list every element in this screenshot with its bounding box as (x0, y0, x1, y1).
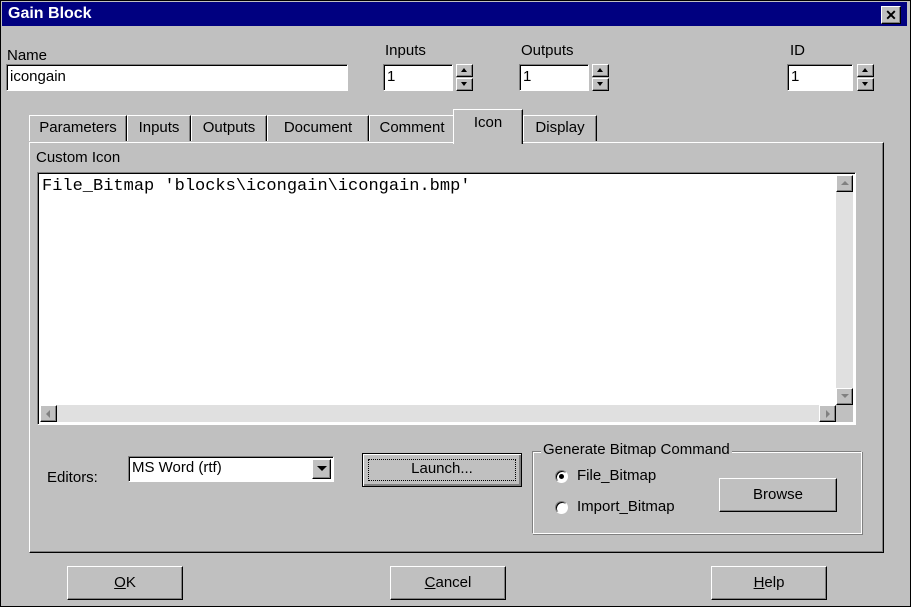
horizontal-scrollbar[interactable] (40, 405, 836, 422)
custom-icon-text[interactable]: File_Bitmap 'blocks\icongain\icongain.bm… (42, 177, 470, 196)
spin-down-icon[interactable] (456, 78, 473, 91)
window-title: Gain Block (8, 5, 92, 22)
help-mnemonic: H (753, 574, 765, 591)
inputs-label: Inputs (385, 42, 426, 59)
inputs-field[interactable]: 1 (383, 64, 453, 91)
id-label: ID (790, 42, 805, 59)
radio-file-bitmap-label[interactable]: File_Bitmap (577, 467, 656, 484)
vertical-scrollbar[interactable] (836, 175, 853, 405)
launch-button[interactable]: Launch... (362, 453, 522, 487)
tab-document[interactable]: Document (267, 115, 369, 141)
cancel-label-rest: ancel (435, 574, 472, 591)
cancel-button[interactable]: Cancel (390, 566, 506, 600)
spin-down-icon[interactable] (592, 78, 609, 91)
name-label: Name (7, 47, 48, 64)
radio-import-bitmap-label[interactable]: Import_Bitmap (577, 498, 675, 515)
tab-outputs[interactable]: Outputs (191, 115, 267, 141)
tab-parameters[interactable]: Parameters (29, 115, 127, 141)
scroll-down-icon[interactable] (836, 388, 853, 405)
inputs-spinner (456, 64, 473, 91)
scroll-up-icon[interactable] (836, 175, 853, 192)
close-icon[interactable]: ✕ (881, 6, 901, 24)
custom-icon-editor[interactable]: File_Bitmap 'blocks\icongain\icongain.bm… (37, 172, 856, 425)
generate-bitmap-group: Generate Bitmap Command File_Bitmap Impo… (532, 441, 862, 534)
scroll-left-icon[interactable] (40, 405, 57, 422)
spin-up-icon[interactable] (857, 64, 874, 77)
ok-button[interactable]: OK (67, 566, 183, 600)
tab-comment[interactable]: Comment (369, 115, 455, 141)
id-spinner (857, 64, 874, 91)
editors-select[interactable]: MS Word (rtf) (128, 456, 334, 482)
radio-selected-icon[interactable] (555, 470, 568, 483)
outputs-field[interactable]: 1 (519, 64, 589, 91)
spin-up-icon[interactable] (592, 64, 609, 77)
gain-block-dialog: Gain Block ✕ Name icongain Inputs 1 Outp… (0, 0, 911, 607)
title-bar[interactable]: Gain Block ✕ (2, 2, 907, 26)
scroll-right-icon[interactable] (819, 405, 836, 422)
ok-mnemonic: O (114, 574, 126, 591)
cancel-mnemonic: C (424, 574, 436, 591)
tab-inputs[interactable]: Inputs (127, 115, 191, 141)
id-field[interactable]: 1 (787, 64, 853, 91)
name-field[interactable]: icongain (6, 64, 348, 91)
scrollbar-corner (836, 405, 853, 422)
icon-tab-panel: Custom Icon File_Bitmap 'blocks\icongain… (29, 142, 884, 553)
editors-label: Editors: (47, 469, 98, 486)
outputs-label: Outputs (521, 42, 574, 59)
focus-rect (368, 459, 516, 481)
ok-label-rest: K (125, 574, 136, 591)
group-title: Generate Bitmap Command (541, 441, 732, 458)
tab-display[interactable]: Display (523, 115, 597, 141)
editors-select-value: MS Word (rtf) (132, 459, 222, 476)
tab-icon[interactable]: Icon (453, 109, 523, 144)
help-button[interactable]: Help (711, 566, 827, 600)
custom-icon-label: Custom Icon (36, 149, 121, 166)
help-label-rest: elp (764, 574, 785, 591)
outputs-spinner (592, 64, 609, 91)
spin-up-icon[interactable] (456, 64, 473, 77)
dropdown-arrow-icon[interactable] (312, 459, 331, 479)
spin-down-icon[interactable] (857, 78, 874, 91)
radio-import-bitmap[interactable] (555, 501, 568, 514)
browse-button[interactable]: Browse (719, 478, 837, 512)
